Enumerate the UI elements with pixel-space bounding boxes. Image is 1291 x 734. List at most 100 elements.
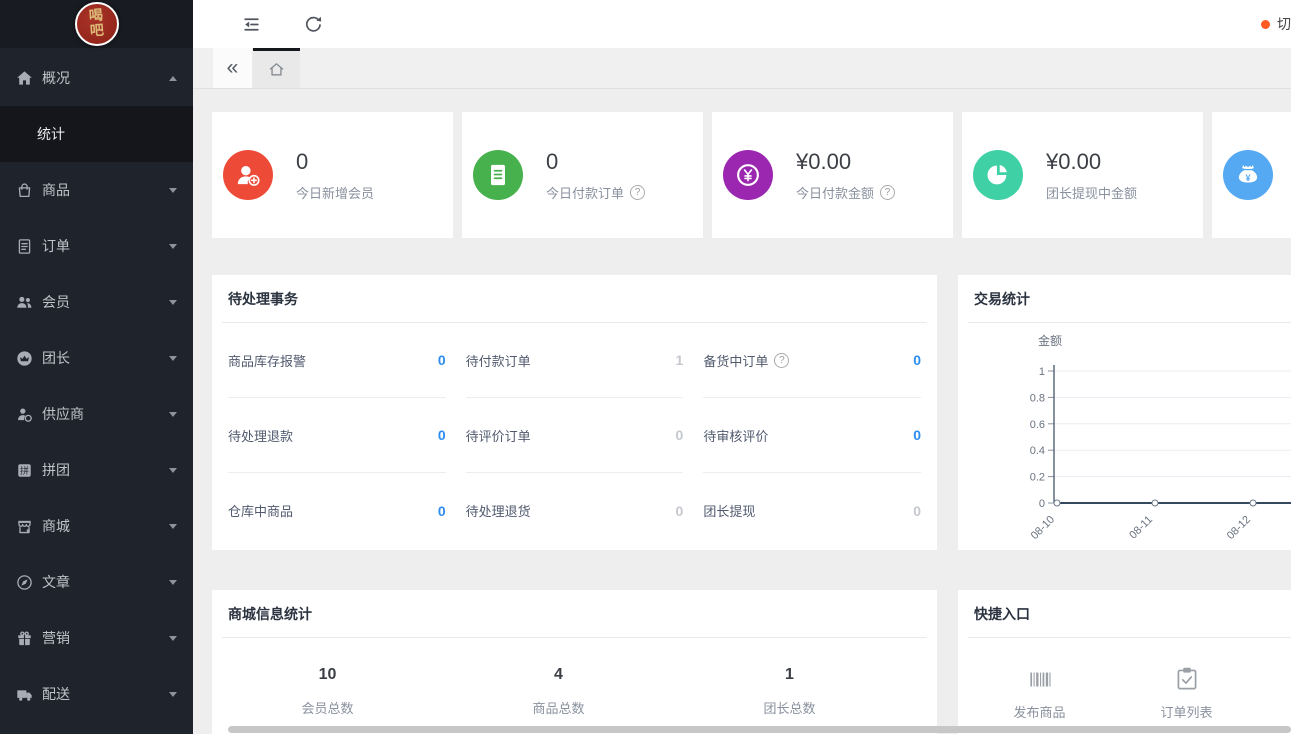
dashboard-content: 0 今日新增会员 0 今日付款订单? ¥0.00 今 [193,89,1291,734]
pending-item-stock-alert[interactable]: 商品库存报警 0 [228,323,446,398]
chevron-down-icon [169,692,177,697]
yen-coin-icon [723,150,773,200]
article-compass-icon [15,573,33,591]
sidebar-item-statistics[interactable]: 统计 [0,106,193,162]
pending-grid: 商品库存报警0 待付款订单1 备货中订单?0 待处理退款0 待评价订单0 待审核… [212,323,937,548]
main-area: 切 « 0 今日新增会员 [193,0,1291,734]
mall-store-icon [15,517,33,535]
home-outline-icon [267,60,286,79]
quick-entry-order-list[interactable]: 订单列表 [1113,664,1260,721]
double-chevron-left-icon[interactable]: « [213,48,253,88]
sidebar-item-label: 会员 [42,292,70,312]
help-icon[interactable]: ? [774,353,789,368]
quick-entry-row: 发布商品 订单列表 [958,664,1291,721]
sidebar-item-overview[interactable]: 概况 [0,50,193,106]
svg-text:0.6: 0.6 [1030,419,1045,431]
stat-card-paid-orders: 0 今日付款订单? [462,112,703,238]
mall-info-panel: 商城信息统计 10 会员总数 4 商品总数 1 团长总数 [212,590,937,734]
help-icon[interactable]: ? [880,185,895,200]
sidebar-item-groupbuy[interactable]: 拼 拼团 [0,442,193,498]
app-logo: 喝吧 [75,2,119,46]
chevron-down-icon [169,188,177,193]
mall-stat-label: 会员总数 [212,698,443,717]
submenu-label: 统计 [37,124,65,144]
mall-stat-members-total: 10 会员总数 [212,666,443,717]
stat-cards-row: 0 今日新增会员 0 今日付款订单? ¥0.00 今 [212,112,1291,238]
home-icon [15,69,33,87]
pending-value[interactable]: 0 [438,427,446,443]
pending-value[interactable]: 0 [438,352,446,368]
sidebar-item-label: 概况 [42,68,70,88]
pending-item-leader-withdraw[interactable]: 团长提现0 [703,473,921,548]
sidebar-item-marketing[interactable]: 营销 [0,610,193,666]
sidebar-item-label: 拼团 [42,460,70,480]
stat-card-leader-withdraw: ¥0.00 团长提现中金额 [962,112,1203,238]
supplier-icon [15,405,33,423]
svg-text:0: 0 [1039,498,1045,510]
sidebar-item-goods[interactable]: 商品 [0,162,193,218]
pending-value[interactable]: 0 [913,352,921,368]
refresh-icon[interactable] [302,13,324,35]
sidebar-item-leader[interactable]: 团长 [0,330,193,386]
logo-bar: 喝吧 [0,0,193,48]
quick-entry-publish-goods[interactable]: 发布商品 [966,664,1113,721]
tab-bar: « [193,48,1291,89]
logo-text: 喝吧 [87,8,106,40]
merchant-switch[interactable]: 切 [1261,0,1291,48]
collapse-menu-icon[interactable] [240,13,262,35]
pending-value[interactable]: 0 [676,427,684,443]
pending-value[interactable]: 0 [676,503,684,519]
stat-label: 团长提现中金额 [1046,183,1137,202]
quick-entry-panel: 快捷入口 发布商品 订单列表 [958,590,1291,734]
trade-line-chart: 金额00.20.40.60.8108-1008-1108-12 [958,323,1291,550]
pending-item-unpaid-orders[interactable]: 待付款订单1 [466,323,684,398]
sidebar-item-mall[interactable]: 商城 [0,498,193,554]
panel-title: 商城信息统计 [212,590,937,637]
sidebar-item-delivery[interactable]: 配送 [0,666,193,722]
pending-item-refunds[interactable]: 待处理退款 0 [228,398,446,473]
pending-item-review-orders[interactable]: 待评价订单0 [466,398,684,473]
order-file-icon [15,237,33,255]
sidebar-item-articles[interactable]: 文章 [0,554,193,610]
pending-item-preparing-orders[interactable]: 备货中订单?0 [703,323,921,398]
pending-item-warehouse-goods[interactable]: 仓库中商品 0 [228,473,446,548]
pending-value[interactable]: 0 [913,503,921,519]
pending-item-returns[interactable]: 待处理退货0 [466,473,684,548]
mall-stat-label: 团长总数 [674,698,905,717]
tab-home[interactable] [253,48,300,88]
chevron-down-icon [169,580,177,585]
sidebar-menu: 概况 统计 商品 订单 会员 [0,48,193,722]
chevron-down-icon [169,412,177,417]
stat-value: 0 [296,149,374,175]
pending-value[interactable]: 1 [676,352,684,368]
mall-stat-value: 1 [674,666,905,684]
sidebar-item-orders[interactable]: 订单 [0,218,193,274]
sidebar-item-label: 文章 [42,572,70,592]
sidebar-item-supplier[interactable]: 供应商 [0,386,193,442]
svg-text:0.2: 0.2 [1030,472,1045,484]
pending-value[interactable]: 0 [438,503,446,519]
stat-value: ¥0.00 [1046,149,1137,175]
svg-text:0.8: 0.8 [1030,392,1045,404]
pending-label: 仓库中商品 [228,501,293,520]
stat-value: 0 [546,149,645,175]
horizontal-scrollbar[interactable] [228,726,1291,733]
pending-label: 商品库存报警 [228,351,306,370]
pie-chart-icon [973,150,1023,200]
marketing-gift-icon [15,629,33,647]
barcode-icon [1025,664,1055,694]
goods-bag-icon [15,181,33,199]
pending-item-review-audit[interactable]: 待审核评价0 [703,398,921,473]
svg-text:08-12: 08-12 [1225,514,1253,542]
chevron-down-icon [169,468,177,473]
sidebar: 喝吧 概况 统计 商品 订单 [0,0,193,734]
quick-entry-label: 订单列表 [1160,702,1212,721]
pending-value[interactable]: 0 [913,427,921,443]
sidebar-item-label: 商城 [42,516,70,536]
help-icon[interactable]: ? [630,185,645,200]
pending-label: 待处理退款 [228,426,293,445]
user-add-icon [223,150,273,200]
mall-stat-value: 10 [212,666,443,684]
sidebar-item-members[interactable]: 会员 [0,274,193,330]
panel-title: 交易统计 [958,275,1291,322]
